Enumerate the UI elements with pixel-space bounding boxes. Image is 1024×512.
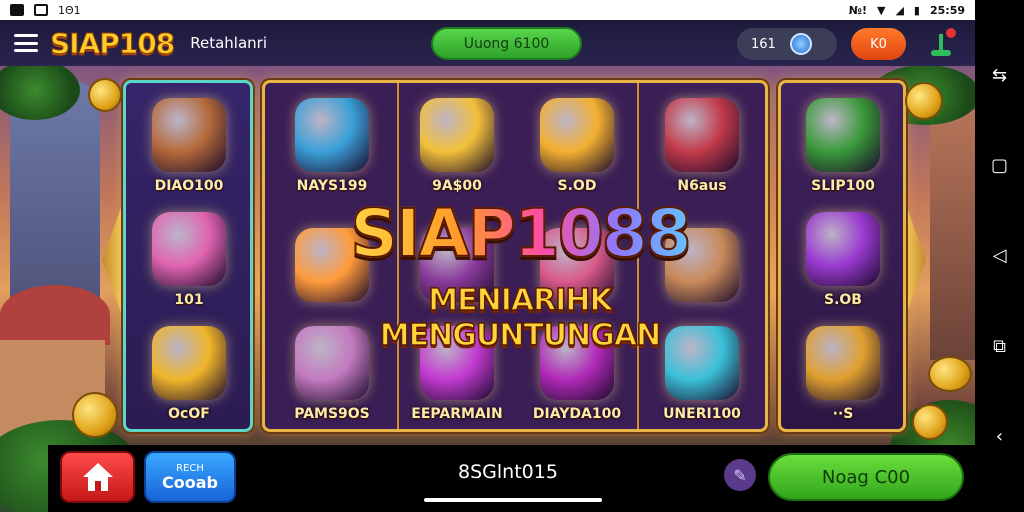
- photo-icon: [10, 4, 24, 16]
- notification-icon: [34, 4, 48, 16]
- coins-value: 161: [751, 36, 776, 52]
- background-tower-right: [930, 110, 975, 360]
- slot-symbol-icon: [806, 212, 880, 286]
- status-bar: 1Θ1 №! ▼ ◢ ▮ 25:59: [0, 0, 975, 20]
- slot-symbol-icon: [152, 326, 226, 400]
- reel-cell-label: S.OB: [824, 292, 862, 308]
- reel-cell-label: S.OD: [557, 178, 597, 194]
- rotate-icon[interactable]: ⇆: [989, 64, 1011, 86]
- game-title: SIAP1088: [320, 194, 720, 273]
- reel-cell-label: PAMS9OS: [294, 406, 370, 422]
- coins-counter[interactable]: 161: [737, 28, 837, 60]
- k-button[interactable]: K0: [851, 28, 906, 60]
- coin-decoration: [912, 404, 948, 440]
- navigation-bar: ⇆ ▢ ◁ ⧉ ‹: [975, 0, 1024, 512]
- coin-decoration: [928, 356, 972, 392]
- slot-symbol-icon: [540, 98, 614, 172]
- background-roof: [0, 285, 110, 345]
- reel-cell-label: DIAYDA100: [532, 406, 622, 422]
- bottom-bar: RECH Cooab 8SGlnt015 ✎ Noag C00: [48, 445, 975, 512]
- top-bar: SIAP108 Retahlanri Uuong 6100 161 K0: [0, 20, 975, 66]
- home-button[interactable]: [60, 451, 135, 503]
- reel-cell-label: 101: [174, 292, 204, 308]
- wifi-icon: ▼: [876, 3, 886, 17]
- screen-icon[interactable]: ⧉: [989, 335, 1011, 357]
- reel-cell-label: OcOF: [168, 406, 210, 422]
- reel-cell-label: DIAO100: [154, 178, 224, 194]
- logo: SIAP108: [49, 26, 175, 60]
- reel-cell-label: 9A$00: [432, 178, 482, 194]
- status-right: №! ▼ ◢ ▮ 25:59: [849, 4, 965, 17]
- slot-symbol-icon: [665, 98, 739, 172]
- reel-cell: SLIP100: [782, 86, 904, 198]
- coupon-button[interactable]: RECH Cooab: [144, 451, 236, 503]
- coin-decoration: [72, 392, 118, 438]
- reel-cell-label: SLIP100: [811, 178, 875, 194]
- slot-symbol-icon: [295, 98, 369, 172]
- edit-icon[interactable]: ✎: [724, 459, 756, 491]
- coupon-main-label: Cooab: [162, 472, 218, 492]
- home-nav-button[interactable]: ◁: [989, 245, 1011, 267]
- reel-cell-label: UNERI100: [663, 406, 741, 422]
- center-label: 8SGlnt015: [458, 461, 558, 483]
- home-icon: [82, 463, 113, 491]
- status-left-text: 1Θ1: [58, 3, 81, 17]
- status-right-text: №!: [848, 3, 867, 17]
- reel-cell-label: ··S: [832, 406, 854, 422]
- reel-cell-label: EEPARMAIN: [411, 406, 503, 422]
- reel-cell: DIAO100: [127, 86, 251, 198]
- reel-cell: N6aus: [640, 86, 764, 198]
- coin-decoration: [88, 78, 122, 112]
- reel-cell-label: N6aus: [677, 178, 727, 194]
- recents-button[interactable]: ▢: [989, 155, 1011, 177]
- status-time: 25:59: [929, 3, 965, 17]
- reel-cell: 101: [127, 200, 251, 312]
- reel-cell-label: NAYS199: [296, 178, 368, 194]
- app-subtitle: Retahlanri: [190, 34, 267, 52]
- battery-icon: ▮: [913, 3, 920, 17]
- reel-cell: NAYS199: [268, 86, 396, 198]
- slot-symbol-icon: [152, 212, 226, 286]
- back-button[interactable]: ‹: [989, 426, 1011, 448]
- reel-cell: ··S: [782, 314, 904, 426]
- gem-icon: [789, 33, 812, 55]
- anchor-icon[interactable]: [928, 28, 956, 58]
- slot-symbol-icon: [806, 326, 880, 400]
- reel-cell: 9A$00: [400, 86, 514, 198]
- reel-cell: S.OD: [518, 86, 636, 198]
- coin-decoration: [905, 82, 943, 120]
- menu-icon[interactable]: [14, 34, 38, 52]
- screen: 1Θ1 №! ▼ ◢ ▮ 25:59 SIAP108 Retahlanri Uu…: [0, 0, 1024, 512]
- home-indicator[interactable]: [424, 498, 602, 502]
- balance-button[interactable]: Uuong 6100: [431, 27, 582, 60]
- signal-icon: ◢: [895, 3, 904, 17]
- game-subtitle: MENIARIHK MENGUNTUNGAN: [379, 282, 662, 354]
- reel-cell: OcOF: [127, 314, 251, 426]
- slot-symbol-icon: [152, 98, 226, 172]
- slot-symbol-icon: [420, 98, 494, 172]
- slot-symbol-icon: [806, 98, 880, 172]
- reel-cell: S.OB: [782, 200, 904, 312]
- status-left: 1Θ1: [10, 4, 81, 17]
- play-button[interactable]: Noag C00: [768, 453, 964, 501]
